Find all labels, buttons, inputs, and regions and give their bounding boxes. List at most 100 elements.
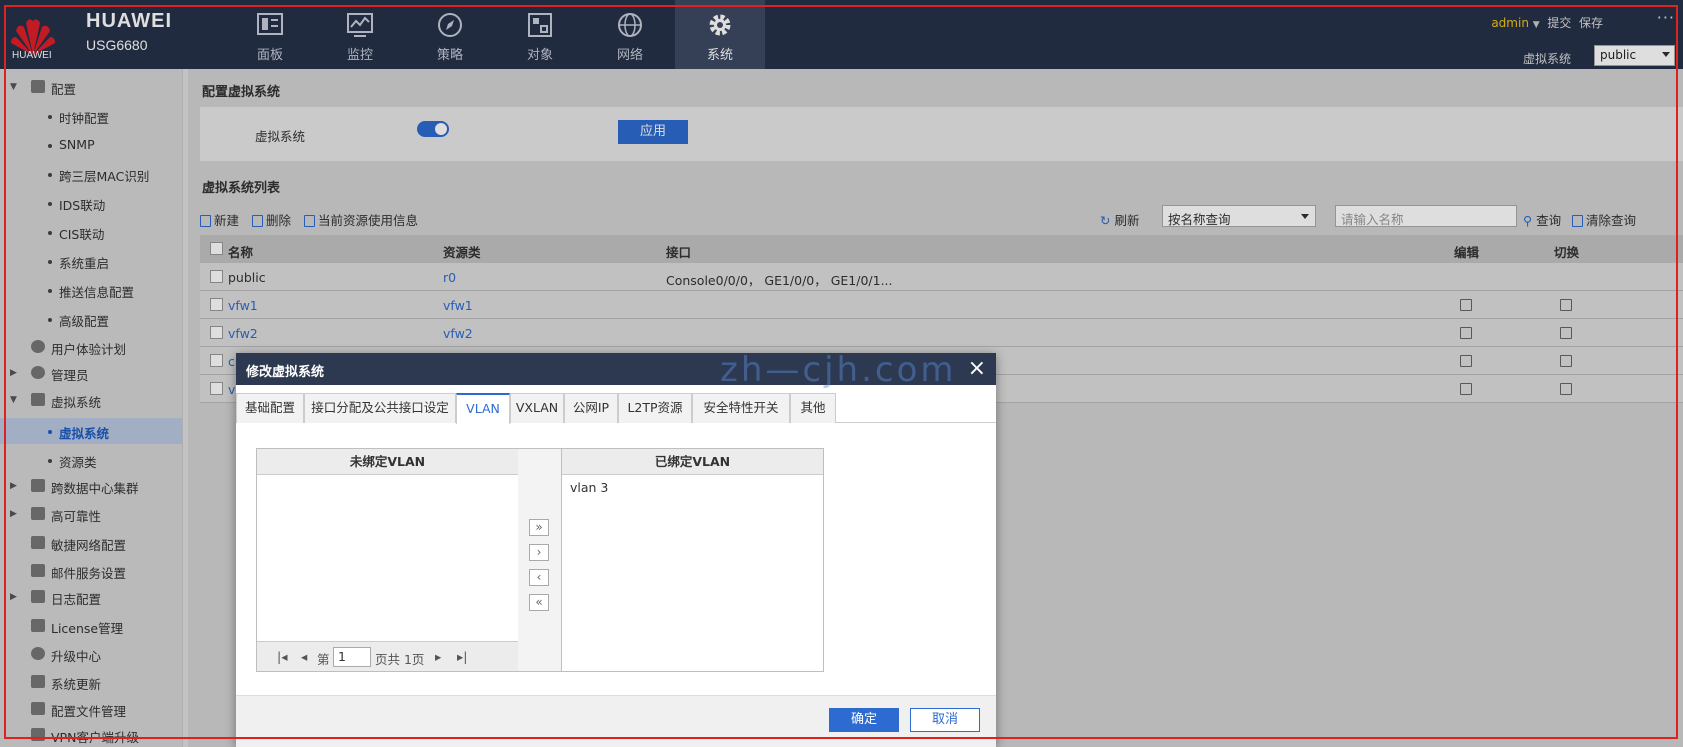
table-row[interactable]: vfw2 vfw2 <box>200 319 1683 347</box>
more-icon[interactable]: ··· <box>1657 8 1675 27</box>
tab-other[interactable]: 其他 <box>790 393 836 423</box>
sidebar-item-snmp[interactable]: SNMP <box>0 132 182 158</box>
search-mode-value: 按名称查询 <box>1168 212 1231 227</box>
refresh-button[interactable]: ↻ 刷新 <box>1100 210 1139 229</box>
switch-icon[interactable] <box>1560 299 1572 311</box>
chevron-down-icon <box>1662 52 1670 57</box>
sidebar-item-config-file[interactable]: 配置文件管理 <box>0 696 182 722</box>
list-item[interactable]: vlan 3 <box>570 480 608 495</box>
sidebar-group-ha[interactable]: ▶ 高可靠性 <box>0 501 182 527</box>
switch-icon[interactable] <box>1560 383 1572 395</box>
sidebar-item-ux[interactable]: 用户体验计划 <box>0 334 182 360</box>
row-checkbox[interactable] <box>210 326 223 339</box>
save-link[interactable]: 保存 <box>1579 16 1603 30</box>
switch-icon[interactable] <box>1560 327 1572 339</box>
apply-button[interactable]: 应用 <box>618 120 688 144</box>
edit-icon[interactable] <box>1460 355 1472 367</box>
sidebar-item-ids[interactable]: IDS联动 <box>0 190 182 216</box>
clear-query-button[interactable]: 清除查询 <box>1572 210 1636 229</box>
sidebar-item-vpn-client[interactable]: VPN客户端升级 <box>0 722 182 747</box>
prev-page-icon[interactable]: ◂ <box>301 649 307 664</box>
row-checkbox[interactable] <box>210 354 223 367</box>
sidebar-item-clock[interactable]: 时钟配置 <box>0 103 182 129</box>
tab-basic[interactable]: 基础配置 <box>236 393 304 423</box>
query-button[interactable]: ⚲ 查询 <box>1523 210 1561 229</box>
page-input[interactable]: 1 <box>333 647 371 667</box>
sidebar-group-vsys[interactable]: ▼ 虚拟系统 <box>0 387 182 413</box>
nav-dashboard[interactable]: 面板 <box>225 0 315 69</box>
row-checkbox[interactable] <box>210 298 223 311</box>
sidebar-group-config[interactable]: ▼ 配置 <box>0 74 182 100</box>
row-name-link[interactable]: c <box>228 354 235 369</box>
tab-vlan[interactable]: VLAN <box>456 393 510 424</box>
row-resource-link[interactable]: r0 <box>443 270 456 285</box>
globe-icon <box>618 13 642 37</box>
first-page-icon[interactable]: |◂ <box>277 649 288 664</box>
switch-icon[interactable] <box>1560 355 1572 367</box>
new-button[interactable]: 新建 <box>200 210 239 229</box>
move-all-left-button[interactable]: « <box>529 594 549 611</box>
sidebar-item-mail[interactable]: 邮件服务设置 <box>0 558 182 584</box>
search-mode-select[interactable]: 按名称查询 <box>1162 205 1316 227</box>
nav-network[interactable]: 网络 <box>585 0 675 69</box>
sidebar-item-vsys[interactable]: 虚拟系统 <box>0 418 182 444</box>
sidebar-item-upgrade[interactable]: 升级中心 <box>0 641 182 667</box>
sidebar-item-resource[interactable]: 资源类 <box>0 447 182 473</box>
close-icon[interactable]: × <box>968 356 986 381</box>
usage-button[interactable]: 当前资源使用信息 <box>304 210 418 229</box>
search-input[interactable]: 请输入名称 <box>1335 205 1517 227</box>
sidebar-item-cis[interactable]: CIS联动 <box>0 219 182 245</box>
user-menu[interactable]: admin <box>1491 16 1529 30</box>
table-row[interactable]: public r0 Console0/0/0， GE1/0/0， GE1/0/1… <box>200 263 1683 291</box>
table-row[interactable]: vfw1 vfw1 <box>200 291 1683 319</box>
sidebar-group-admin[interactable]: ▶ 管理员 <box>0 360 182 386</box>
vsys-select[interactable]: public <box>1594 45 1675 66</box>
next-page-icon[interactable]: ▸ <box>435 649 441 664</box>
user-dropdown-icon[interactable]: ▼ <box>1533 20 1540 30</box>
nav-policy[interactable]: 策略 <box>405 0 495 69</box>
nav-label: 对象 <box>526 48 553 63</box>
tab-security[interactable]: 安全特性开关 <box>692 393 790 423</box>
nav-system[interactable]: 系统 <box>675 0 765 69</box>
ok-button[interactable]: 确定 <box>829 708 899 732</box>
move-all-right-button[interactable]: » <box>529 519 549 536</box>
row-checkbox[interactable] <box>210 382 223 395</box>
cancel-button[interactable]: 取消 <box>910 708 980 732</box>
bullet-icon <box>48 318 52 322</box>
tab-vxlan[interactable]: VXLAN <box>510 393 564 423</box>
sidebar-group-log[interactable]: ▶ 日志配置 <box>0 584 182 610</box>
move-left-button[interactable]: ‹ <box>529 569 549 586</box>
sidebar-item-advanced[interactable]: 高级配置 <box>0 306 182 332</box>
select-all-checkbox[interactable] <box>210 242 223 255</box>
sidebar-item-reboot[interactable]: 系统重启 <box>0 248 182 274</box>
bullet-icon <box>48 202 52 206</box>
sidebar-group-dc-cluster[interactable]: ▶ 跨数据中心集群 <box>0 473 182 499</box>
row-checkbox[interactable] <box>210 270 223 283</box>
edit-icon[interactable] <box>1460 383 1472 395</box>
sidebar-item-mac[interactable]: 跨三层MAC识别 <box>0 161 182 187</box>
submit-link[interactable]: 提交 <box>1547 16 1571 30</box>
nav-object[interactable]: 对象 <box>495 0 585 69</box>
delete-button[interactable]: 删除 <box>252 210 291 229</box>
edit-icon[interactable] <box>1460 327 1472 339</box>
row-resource-link[interactable]: vfw1 <box>443 298 473 313</box>
sidebar-item-update[interactable]: 系统更新 <box>0 669 182 695</box>
sidebar-item-push[interactable]: 推送信息配置 <box>0 277 182 303</box>
vsys-select-value: public <box>1600 48 1637 62</box>
row-resource-link[interactable]: vfw2 <box>443 326 473 341</box>
vsys-toggle[interactable] <box>417 121 449 137</box>
last-page-icon[interactable]: ▸| <box>457 649 468 664</box>
nav-label: 系统 <box>706 48 733 63</box>
tab-public-ip[interactable]: 公网IP <box>564 393 618 423</box>
nav-monitor[interactable]: 监控 <box>315 0 405 69</box>
sidebar-item-license[interactable]: License管理 <box>0 613 182 639</box>
sidebar-item-agile[interactable]: 敏捷网络配置 <box>0 530 182 556</box>
table-header: 名称 资源类 接口 编辑 切换 <box>200 235 1683 263</box>
tab-l2tp[interactable]: L2TP资源 <box>618 393 692 423</box>
edit-icon[interactable] <box>1460 299 1472 311</box>
move-right-button[interactable]: › <box>529 544 549 561</box>
tab-interface[interactable]: 接口分配及公共接口设定 <box>304 393 456 423</box>
row-name-link[interactable]: vfw2 <box>228 326 258 341</box>
row-name-link[interactable]: v <box>228 382 235 397</box>
row-name-link[interactable]: vfw1 <box>228 298 258 313</box>
